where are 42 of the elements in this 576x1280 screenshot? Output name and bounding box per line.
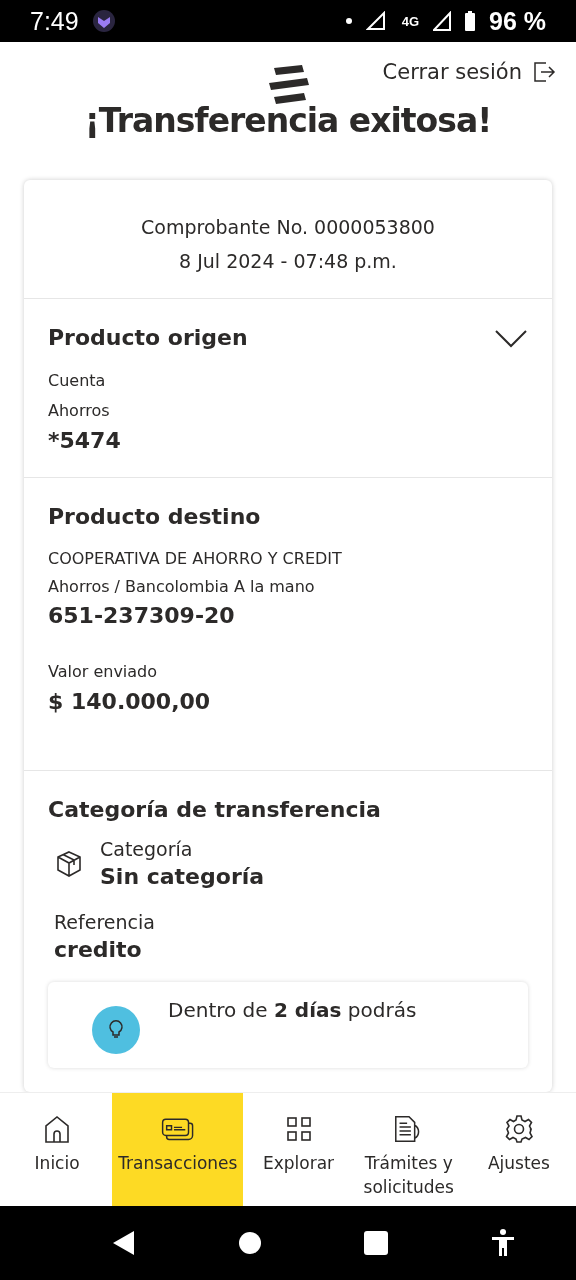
logout-icon [532, 59, 556, 84]
app-shield-icon [92, 10, 115, 32]
amount-label: Valor enviado [48, 662, 159, 681]
signal-off-icon [365, 11, 388, 31]
page-title: ¡Transferencia exitosa! [83, 101, 493, 140]
nav-tab[interactable]: Explorar [243, 1093, 354, 1206]
section-heading: Producto origen [48, 325, 248, 350]
receipt-date: 8 Jul 2024 - 07:48 p.m. [178, 250, 398, 272]
section-heading: Producto destino [48, 504, 261, 529]
home-circle-icon[interactable] [238, 1232, 261, 1254]
clock: 7:49 [30, 6, 79, 36]
accessibility-icon[interactable] [490, 1229, 515, 1257]
receipt-number: Comprobante No. 0000053800 [140, 216, 436, 238]
category-label: Categoría [100, 838, 194, 860]
tip-text: Dentro de 2 días podrás [168, 998, 417, 1022]
amount: $ 140.000,00 [48, 689, 212, 714]
box-icon [54, 848, 84, 879]
account-type: Ahorros / Bancolombia A la mano [48, 576, 316, 598]
section-heading: Categoría de transferencia [48, 797, 381, 822]
network-type: 4G [401, 13, 419, 29]
lightbulb-icon [92, 1006, 140, 1054]
nav-tab[interactable]: Inicio [2, 1093, 113, 1206]
battery-icon [465, 11, 475, 31]
logo-icon [268, 64, 310, 104]
reference-value: credito [54, 937, 143, 962]
dot-icon [345, 18, 352, 24]
back-icon[interactable] [111, 1230, 136, 1256]
account-number: 651-237309-20 [48, 603, 236, 628]
chevron-icon[interactable] [494, 327, 528, 348]
account-detail: Cuenta [48, 370, 107, 392]
reference-label: Referencia [54, 911, 156, 933]
category-value: Sin categoría [100, 864, 265, 889]
account-number: *5474 [48, 428, 122, 453]
nav-tab[interactable]: Ajustes [463, 1093, 574, 1206]
account-detail: Ahorros [48, 400, 111, 422]
recipient-name: COOPERATIVA DE AHORRO Y CREDIT [48, 548, 343, 570]
nav-tab[interactable]: Transacciones [112, 1093, 244, 1206]
recents-icon[interactable] [363, 1231, 388, 1255]
nav-tab[interactable]: Trámites y solicitudes [353, 1093, 464, 1206]
battery-level: 96 % [489, 6, 546, 36]
signal-icon [433, 11, 451, 31]
logout-button[interactable]: Cerrar sesión [382, 59, 556, 84]
